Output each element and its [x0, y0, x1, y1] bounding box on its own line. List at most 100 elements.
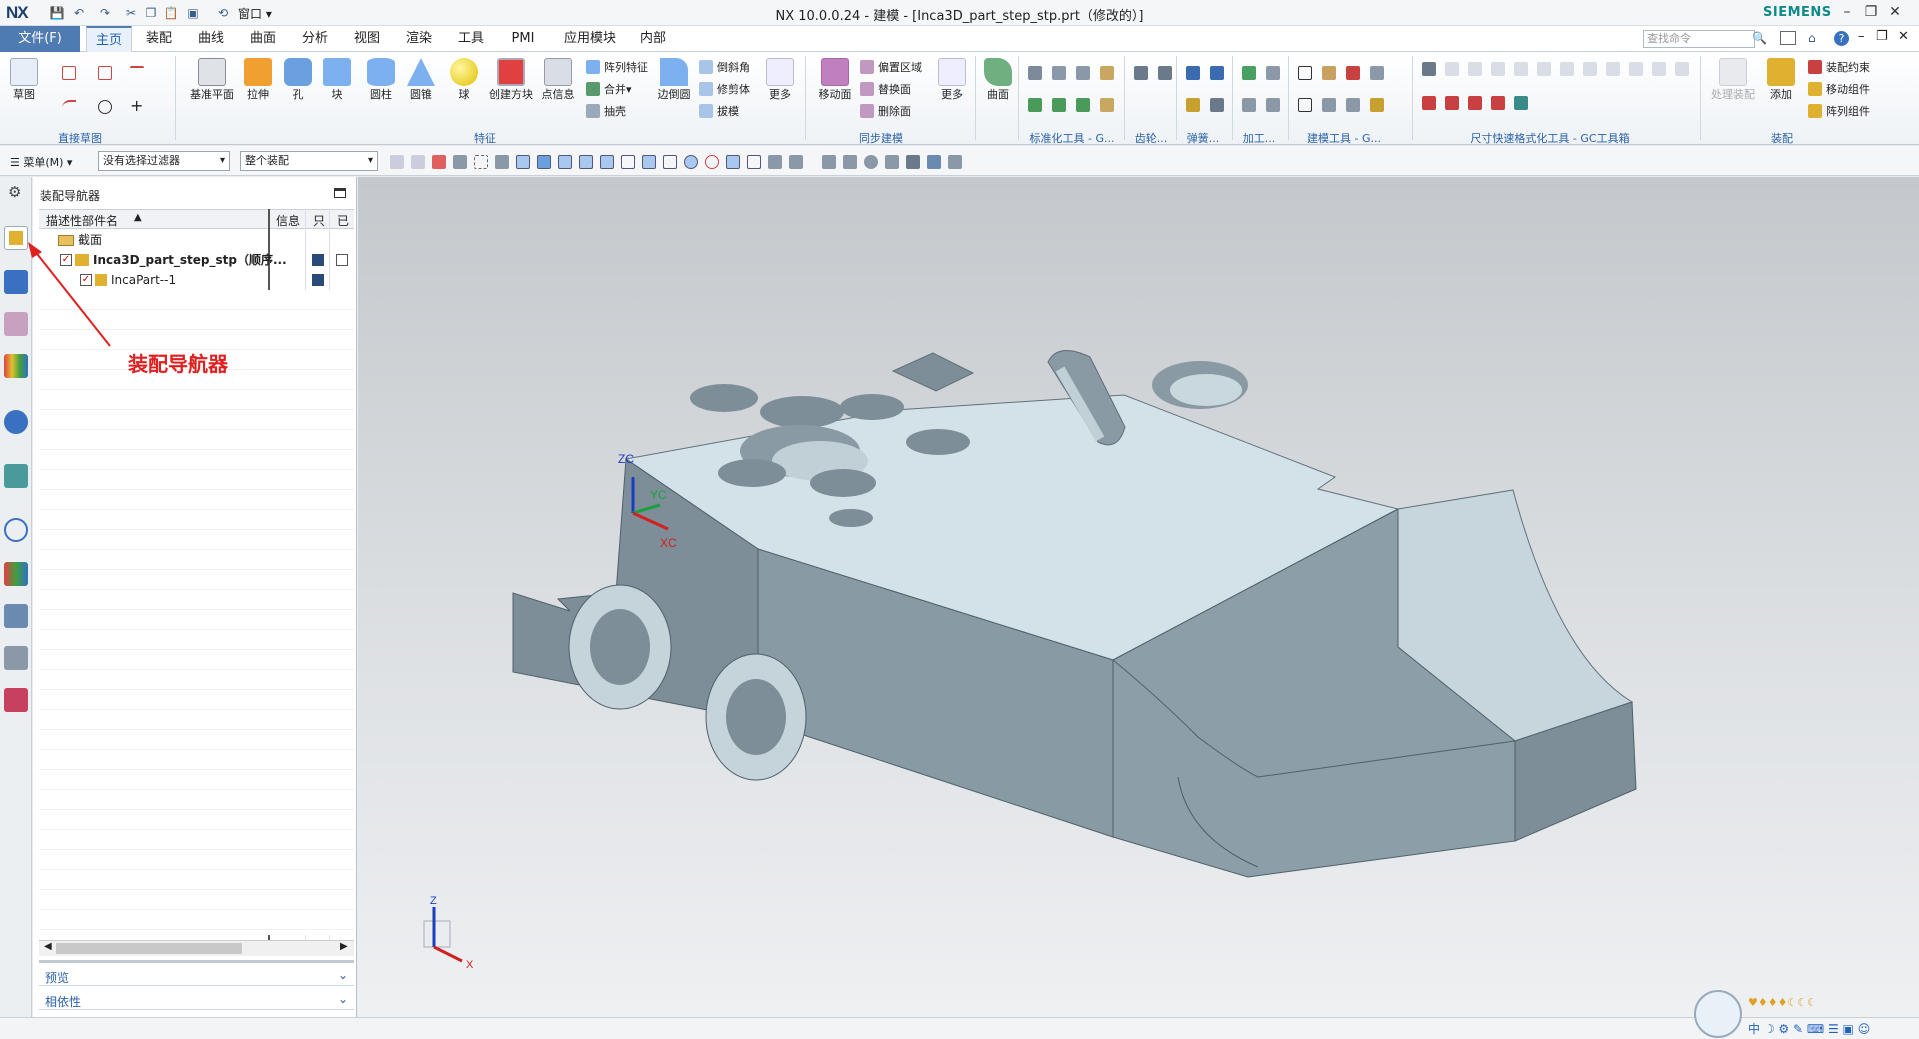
tab-view[interactable]: 视图	[344, 26, 390, 52]
snap-icon[interactable]	[537, 155, 551, 169]
machining-tool-icon[interactable]	[1242, 66, 1256, 80]
view-icon[interactable]	[843, 155, 857, 169]
system-materials-tab[interactable]	[4, 562, 28, 586]
modeling-tool-icon[interactable]	[1346, 98, 1360, 112]
snap-icon[interactable]	[579, 155, 593, 169]
dimension-icon[interactable]	[1629, 62, 1643, 76]
sketch-button[interactable]: 草图	[10, 58, 38, 102]
modeling-tool-icon[interactable]	[1346, 66, 1360, 80]
scroll-left-icon[interactable]: ◀	[44, 941, 52, 952]
modeling-tool-icon[interactable]	[1322, 66, 1336, 80]
sphere-button[interactable]: 球	[450, 58, 478, 102]
dimension-icon[interactable]	[1606, 62, 1620, 76]
snap-icon[interactable]	[558, 155, 572, 169]
dimension-icon[interactable]	[1422, 62, 1436, 76]
snap-icon[interactable]	[789, 155, 803, 169]
tab-pmi[interactable]: PMI	[500, 26, 546, 52]
snap-icon[interactable]	[705, 155, 719, 169]
modeling-tool-icon[interactable]	[1370, 66, 1384, 80]
selection-scope-dropdown[interactable]: 整个装配	[240, 151, 378, 171]
modeling-tool-icon[interactable]	[1370, 98, 1384, 112]
manufacturing-wizard-tab[interactable]	[4, 646, 28, 670]
modeling-tool-icon[interactable]	[1298, 98, 1312, 112]
select-icon[interactable]	[453, 155, 467, 169]
hole-button[interactable]: 孔	[283, 58, 313, 102]
machining-tool-icon[interactable]	[1242, 98, 1256, 112]
select-icon[interactable]	[432, 155, 446, 169]
shell-button[interactable]: 抽壳	[586, 103, 626, 119]
snap-icon[interactable]	[600, 155, 614, 169]
doc-restore-button[interactable]: ❐	[1876, 29, 1888, 44]
dimension-icon[interactable]	[1514, 96, 1528, 110]
tab-assembly[interactable]: 装配	[136, 26, 182, 52]
tab-home[interactable]: 主页	[86, 26, 132, 52]
feature-more-button[interactable]: 更多	[765, 58, 795, 102]
gear-tool-icon[interactable]	[1158, 66, 1172, 80]
unite-button[interactable]: 合并 ▾	[586, 81, 632, 97]
scroll-right-icon[interactable]: ▶	[340, 941, 348, 952]
replace-face-button[interactable]: 替换面	[860, 81, 911, 97]
point-info-button[interactable]: 点信息	[540, 58, 576, 102]
tab-applications[interactable]: 应用模块	[554, 26, 626, 52]
column-header-readonly[interactable]: 只	[313, 212, 325, 229]
scrollbar-thumb[interactable]	[56, 943, 242, 954]
pattern-feature-button[interactable]: 阵列特征	[586, 59, 648, 75]
add-component-button[interactable]: 添加	[1764, 58, 1798, 102]
snap-icon[interactable]	[663, 155, 677, 169]
minimize-button[interactable]: –	[1836, 2, 1858, 22]
profile-icon[interactable]	[62, 66, 76, 80]
standard-part-icon[interactable]	[1100, 66, 1114, 80]
customize-icon[interactable]: ⌂	[1808, 31, 1816, 45]
window-mode-icon[interactable]	[1780, 31, 1796, 45]
spring-tool-icon[interactable]	[1210, 98, 1224, 112]
tab-render[interactable]: 渲染	[396, 26, 442, 52]
dimension-icon[interactable]	[1491, 96, 1505, 110]
gear-tool-icon[interactable]	[1134, 66, 1148, 80]
snap-icon[interactable]	[621, 155, 635, 169]
dimension-icon[interactable]	[1514, 62, 1528, 76]
chamfer-button[interactable]: 倒斜角	[699, 59, 750, 75]
snap-icon[interactable]	[516, 155, 530, 169]
dimension-icon[interactable]	[1468, 96, 1482, 110]
orient-view-icon[interactable]	[927, 155, 941, 169]
close-button[interactable]: ✕	[1884, 2, 1906, 22]
extrude-button[interactable]: 拉伸	[241, 58, 275, 102]
snap-icon[interactable]	[726, 155, 740, 169]
sync-more-button[interactable]: 更多	[937, 58, 967, 102]
view-icon[interactable]	[948, 155, 962, 169]
line-icon[interactable]	[130, 66, 144, 80]
arc-icon[interactable]	[62, 100, 76, 114]
dependency-section[interactable]: 相依性 ⌄	[39, 990, 354, 1010]
standard-part-icon[interactable]	[1028, 66, 1042, 80]
view-icon[interactable]	[885, 155, 899, 169]
spring-tool-icon[interactable]	[1186, 98, 1200, 112]
preview-section[interactable]: 预览 ⌄	[39, 966, 354, 986]
snap-icon[interactable]	[642, 155, 656, 169]
tab-curve[interactable]: 曲线	[188, 26, 234, 52]
rectangle-icon[interactable]	[98, 66, 112, 80]
standard-part-icon[interactable]	[1076, 98, 1090, 112]
doc-close-button[interactable]: ✕	[1898, 29, 1909, 44]
spring-tool-icon[interactable]	[1210, 66, 1224, 80]
delete-face-button[interactable]: 删除面	[860, 103, 911, 119]
ime-avatar-icon[interactable]	[1694, 990, 1742, 1038]
dimension-icon[interactable]	[1468, 62, 1482, 76]
standard-part-icon[interactable]	[1100, 98, 1114, 112]
tab-surface[interactable]: 曲面	[240, 26, 286, 52]
process-studio-tab[interactable]	[4, 604, 28, 628]
trim-body-button[interactable]: 修剪体	[699, 81, 750, 97]
history-tab[interactable]	[4, 518, 28, 542]
modeling-tool-icon[interactable]	[1322, 98, 1336, 112]
help-icon[interactable]: ?	[1834, 31, 1849, 46]
move-face-button[interactable]: 移动面	[816, 58, 854, 102]
selection-filter-dropdown[interactable]: 没有选择过滤器	[98, 151, 230, 171]
dimension-icon[interactable]	[1652, 62, 1666, 76]
dimension-icon[interactable]	[1560, 62, 1574, 76]
standard-part-icon[interactable]	[1028, 98, 1042, 112]
select-icon[interactable]	[495, 155, 509, 169]
tab-analysis[interactable]: 分析	[292, 26, 338, 52]
menu-button[interactable]: ☰ 菜单(M) ▾	[10, 154, 72, 170]
settings-icon[interactable]: ⚙	[8, 183, 21, 201]
dimension-icon[interactable]	[1491, 62, 1505, 76]
point-icon[interactable]: +	[130, 96, 143, 115]
